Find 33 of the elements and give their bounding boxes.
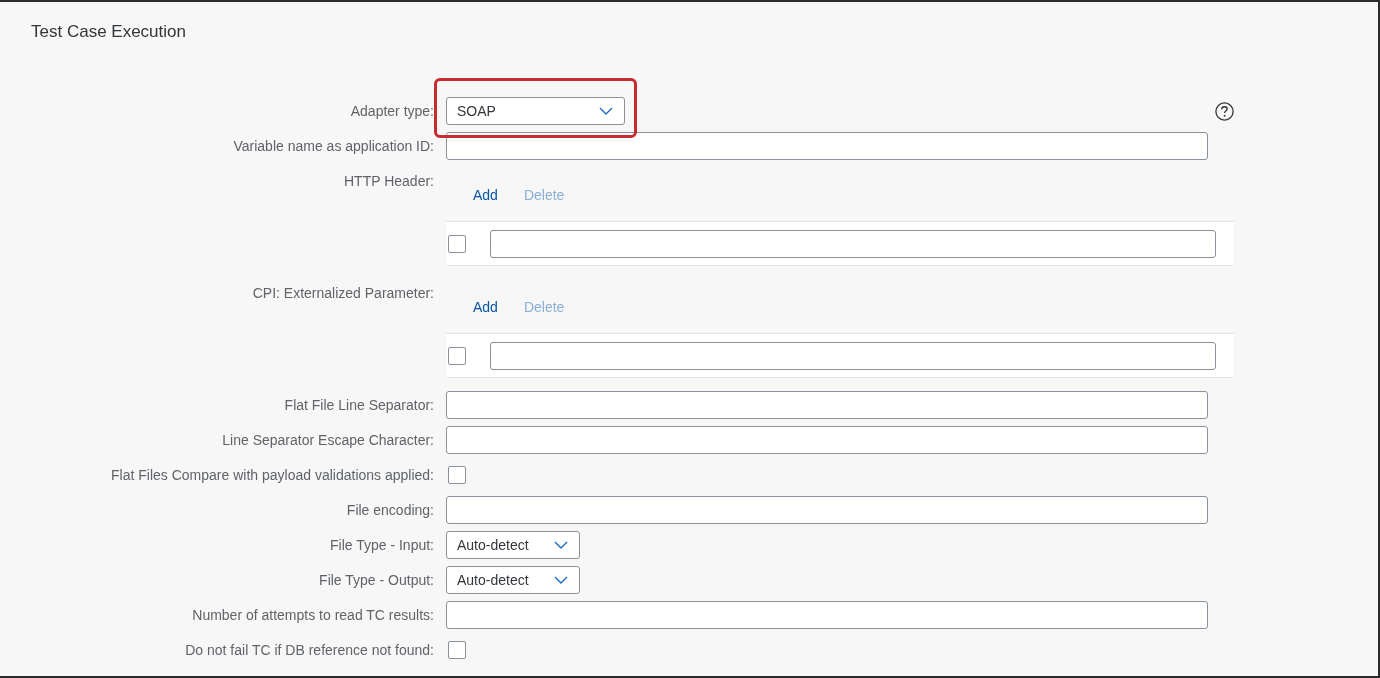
field-label: Do not fail TC if DB reference not found:	[185, 641, 434, 660]
chevron-down-icon	[554, 541, 568, 549]
field-label: File Type - Input:	[330, 536, 434, 555]
field-label: Number of attempts to read TC results:	[192, 606, 434, 625]
field-label: CPI: Externalized Parameter:	[252, 284, 434, 303]
panel-title: Test Case Execution	[31, 21, 186, 43]
checkbox[interactable]	[448, 641, 466, 659]
field-label: Flat File Line Separator:	[284, 396, 434, 415]
dropdown[interactable]: SOAP	[446, 97, 625, 125]
action-link[interactable]: Add	[473, 187, 498, 203]
input-field[interactable]	[490, 341, 1216, 370]
checkbox[interactable]	[448, 466, 466, 484]
field-label: File encoding:	[346, 501, 434, 520]
field-label: Line Separator Escape Character:	[222, 431, 434, 450]
dropdown[interactable]: Auto-detect	[446, 566, 580, 594]
chevron-down-icon	[599, 107, 613, 115]
input-field[interactable]	[446, 426, 1208, 454]
input-field[interactable]	[446, 132, 1208, 160]
field-label: Flat Files Compare with payload validations applied:	[111, 466, 434, 485]
input-field[interactable]	[446, 496, 1208, 524]
checkbox[interactable]	[448, 346, 466, 365]
dropdown[interactable]: Auto-detect	[446, 531, 580, 559]
input-field[interactable]	[490, 229, 1216, 258]
help-icon[interactable]	[1215, 101, 1234, 121]
field-label: File Type - Output:	[319, 571, 434, 590]
field-label: Variable name as application ID:	[233, 137, 434, 156]
action-link[interactable]: Add	[473, 299, 498, 315]
checkbox[interactable]	[448, 234, 466, 253]
field-label: Adapter type:	[350, 102, 434, 121]
chevron-down-icon	[554, 576, 568, 584]
field-label: HTTP Header:	[344, 172, 434, 191]
input-field[interactable]	[446, 391, 1208, 419]
input-field[interactable]	[446, 601, 1208, 629]
